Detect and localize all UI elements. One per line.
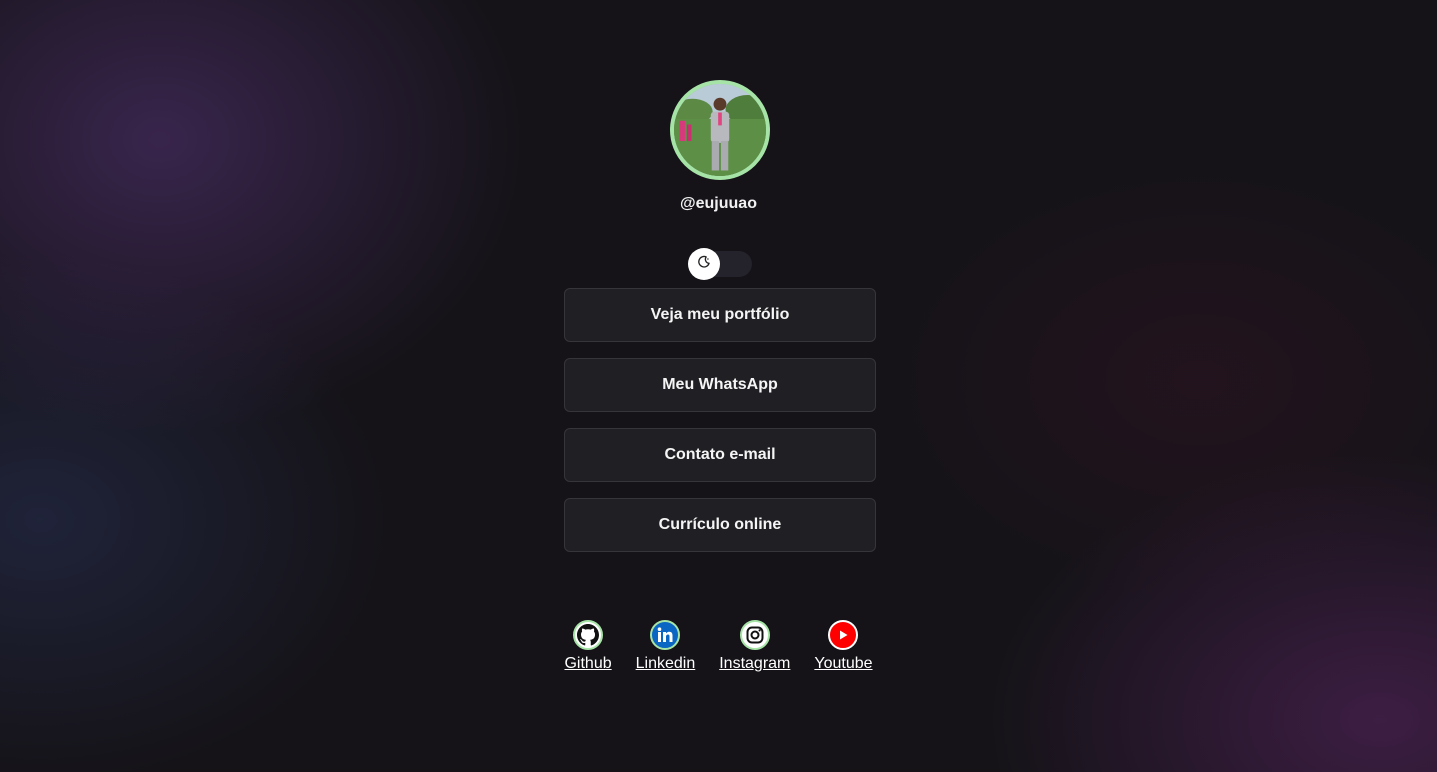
social-label-youtube[interactable]: Youtube <box>814 655 872 673</box>
social-linkedin[interactable]: Linkedin <box>636 620 696 673</box>
youtube-icon[interactable] <box>828 620 859 650</box>
username: @eujuuao <box>680 195 757 212</box>
whatsapp-button[interactable]: Meu WhatsApp <box>564 358 876 412</box>
linkedin-icon[interactable] <box>650 620 681 650</box>
instagram-icon[interactable] <box>739 620 770 650</box>
portfolio-button[interactable]: Veja meu portfólio <box>564 288 876 342</box>
email-button[interactable]: Contato e-mail <box>564 428 876 482</box>
social-label-instagram[interactable]: Instagram <box>719 655 790 673</box>
links-list: Veja meu portfólio Meu WhatsApp Contato … <box>564 288 876 568</box>
github-icon[interactable] <box>573 620 604 650</box>
theme-toggle[interactable] <box>688 248 752 280</box>
social-label-linkedin[interactable]: Linkedin <box>636 655 696 673</box>
moon-icon <box>697 255 711 274</box>
social-github[interactable]: Github <box>564 620 612 673</box>
avatar <box>670 80 770 180</box>
toggle-knob[interactable] <box>688 248 720 280</box>
social-instagram[interactable]: Instagram <box>719 620 790 673</box>
resume-button[interactable]: Currículo online <box>564 498 876 552</box>
profile-photo <box>674 84 766 176</box>
social-links: Github Linkedin Instagram Youtube <box>0 620 1437 673</box>
social-youtube[interactable]: Youtube <box>814 620 873 673</box>
social-label-github[interactable]: Github <box>564 655 611 673</box>
